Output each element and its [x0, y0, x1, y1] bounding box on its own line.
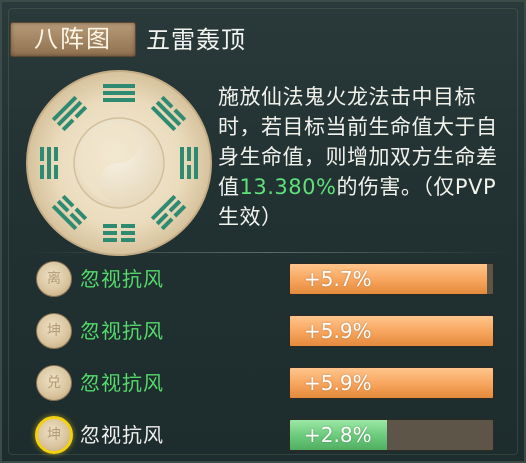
attribute-tooltip-panel: 八阵图 五雷轰顶 施放仙法鬼火龙法击中目标时，若目标当前生命值大于自身生命值，则…	[0, 0, 526, 463]
trigram-badge-active: 坤	[35, 416, 73, 454]
trigram-badge: 兑	[36, 365, 72, 401]
trigram-badge: 坤	[36, 313, 72, 349]
skill-name: 五雷轰顶	[146, 26, 246, 54]
attribute-value: +5.9%	[304, 371, 372, 395]
attribute-row: 兑 忽视抗风 +5.9%	[2, 360, 526, 406]
bagua-taiji-icon	[26, 70, 212, 256]
attribute-value: +5.9%	[304, 319, 372, 343]
attribute-bar: +5.9%	[289, 315, 494, 347]
attribute-row: 离 忽视抗风 +5.7%	[2, 256, 526, 302]
attribute-bar: +2.8%	[289, 419, 494, 451]
attribute-value: +5.7%	[304, 267, 372, 291]
attribute-row: 坤 忽视抗风 +5.9%	[2, 308, 526, 354]
formation-tag: 八阵图	[10, 22, 136, 57]
attribute-row: 坤 忽视抗风 +2.8%	[2, 412, 526, 458]
attribute-label: 忽视抗风	[80, 267, 164, 291]
skill-description: 施放仙法鬼火龙法击中目标时，若目标当前生命值大于自身生命值，则增加双方生命差值1…	[218, 82, 510, 232]
divider	[22, 252, 512, 253]
attribute-bar: +5.9%	[289, 367, 494, 399]
attribute-label: 忽视抗风	[80, 371, 164, 395]
attribute-label: 忽视抗风	[80, 423, 164, 447]
attribute-bar: +5.7%	[289, 263, 494, 295]
attribute-value: +2.8%	[304, 423, 372, 447]
damage-percent-highlight: 13.380%	[239, 175, 337, 199]
trigram-badge: 离	[36, 261, 72, 297]
attribute-label: 忽视抗风	[80, 319, 164, 343]
